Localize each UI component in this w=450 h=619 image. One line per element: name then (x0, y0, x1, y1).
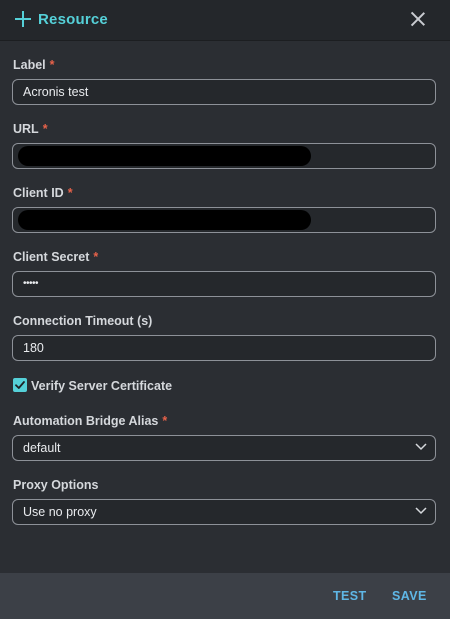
bridge-alias-select[interactable]: default (12, 435, 436, 461)
client-secret-field-label: Client Secret * (13, 250, 98, 264)
timeout-field-text: Connection Timeout (s) (13, 314, 153, 328)
save-button[interactable]: SAVE (392, 589, 427, 603)
client-id-field-label: Client ID * (13, 186, 73, 200)
proxy-field-label: Proxy Options (13, 478, 98, 492)
verify-certificate-label[interactable]: Verify Server Certificate (31, 379, 172, 393)
verify-certificate-checkbox[interactable] (13, 378, 27, 392)
redacted-value (18, 146, 311, 166)
client-secret-input[interactable]: ••••• (12, 271, 436, 297)
client-secret-field-text: Client Secret (13, 250, 90, 264)
label-field-text: Label (13, 58, 46, 72)
url-field-label: URL * (13, 122, 48, 136)
label-field-label: Label * (13, 58, 55, 72)
bridge-alias-selected-value: default (23, 441, 61, 455)
label-input[interactable]: Acronis test (12, 79, 436, 105)
dialog-header: Resource (0, 0, 450, 41)
close-icon[interactable] (411, 12, 425, 26)
check-icon (15, 381, 25, 389)
dialog-footer: TEST SAVE (0, 573, 450, 619)
required-marker: * (49, 58, 55, 72)
proxy-field-text: Proxy Options (13, 478, 99, 492)
required-marker: * (67, 186, 73, 200)
required-marker: * (162, 414, 168, 428)
bridge-alias-field-label: Automation Bridge Alias * (13, 414, 167, 428)
client-id-field-text: Client ID (13, 186, 64, 200)
timeout-field-label: Connection Timeout (s) (13, 314, 152, 328)
plus-icon (15, 11, 31, 27)
url-input[interactable] (12, 143, 436, 169)
timeout-input[interactable]: 180 (12, 335, 436, 361)
redacted-value (18, 210, 311, 230)
proxy-selected-value: Use no proxy (23, 505, 97, 519)
proxy-select[interactable]: Use no proxy (12, 499, 436, 525)
required-marker: * (42, 122, 48, 136)
dialog-title: Resource (38, 11, 108, 28)
test-button[interactable]: TEST (333, 589, 367, 603)
chevron-down-icon (415, 507, 427, 517)
required-marker: * (93, 250, 99, 264)
client-id-input[interactable] (12, 207, 436, 233)
chevron-down-icon (415, 443, 427, 453)
url-field-text: URL (13, 122, 39, 136)
bridge-alias-field-text: Automation Bridge Alias (13, 414, 159, 428)
